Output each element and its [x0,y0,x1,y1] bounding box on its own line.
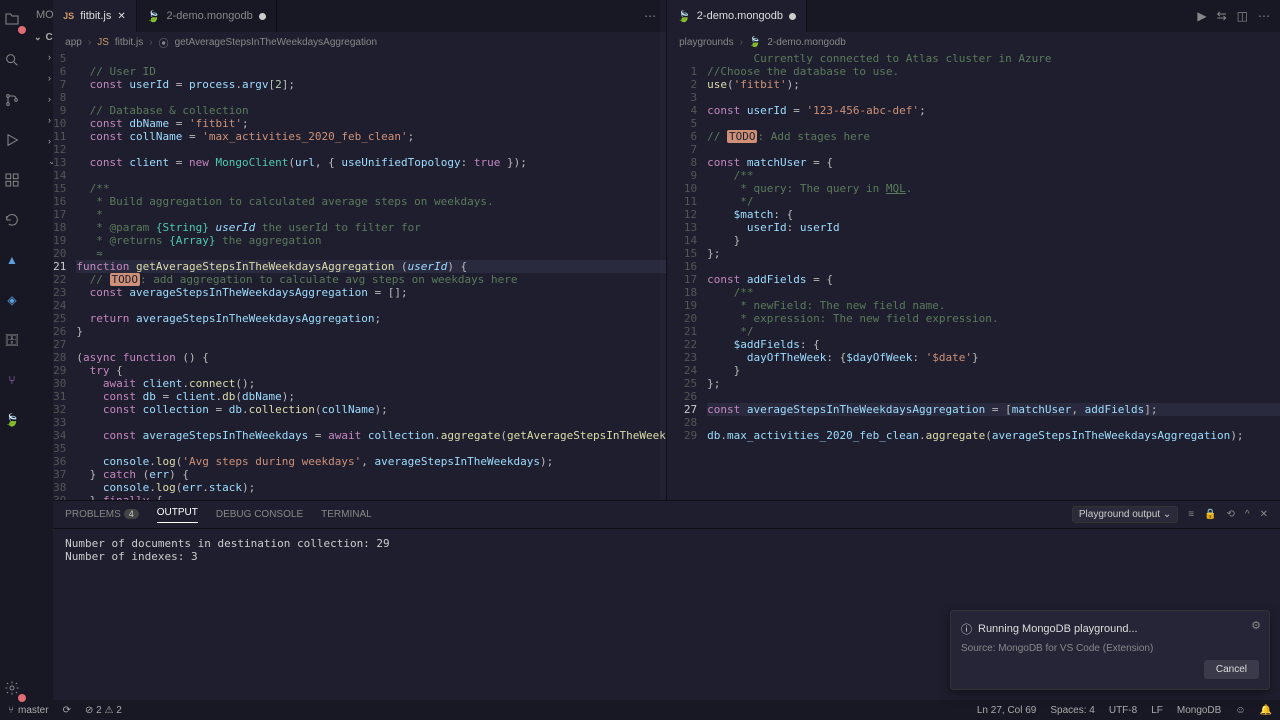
tree-item[interactable]: 𝐀bed_type [24,598,53,614]
tree-item[interactable]: 𝐀description [24,694,53,700]
tree-item[interactable]: ①bedrooms [24,614,53,630]
debug-icon[interactable] [0,128,24,152]
docker-icon[interactable]: ◈ [0,288,24,312]
tree-item[interactable]: ›🖧DW - 🔒 [24,88,53,109]
tree-item[interactable]: ⌄🗄sample_airbnb [24,417,53,433]
tree-item[interactable]: ⌄🖧Atlas cluster in Azure connected [24,151,53,172]
tree-item[interactable]: ›🗄aggregations [24,172,53,188]
sb-cursor[interactable]: Ln 27, Col 69 [977,705,1037,716]
explorer-icon[interactable] [0,8,24,32]
chevron-up-icon[interactable]: ^ [1245,509,1250,520]
tree-item[interactable]: ›🗄fitbit_shell [24,369,53,385]
cancel-button[interactable]: Cancel [1204,660,1259,679]
sb-feedback[interactable]: ☺ [1235,705,1245,716]
tree-item[interactable]: ›🖧Test Data Sets [24,109,53,130]
git-fork-icon[interactable]: ⑂ [0,368,24,392]
more-icon[interactable]: ⋯ [644,9,656,23]
settings-icon[interactable] [0,676,24,700]
sb-spaces[interactable]: Spaces: 4 [1050,705,1094,716]
tree-item[interactable]: ›🗎Documents [24,449,53,470]
sb-language[interactable]: MongoDB [1177,705,1221,716]
tree-item[interactable]: ⌄🗂max_activities_2020_feb_clean [24,220,53,236]
tree-item[interactable]: ①distance [24,305,53,321]
tree-item[interactable]: ①cleaning_fee [24,678,53,694]
sb-sync[interactable]: ⟳ [63,705,71,716]
tree-item[interactable]: ›🖧Atlas Data Lake Test - 🔒 [24,130,53,151]
tree-item[interactable]: ①beds [24,630,53,646]
mongodb-icon[interactable]: 🍃 [0,408,24,432]
tab-debug-console[interactable]: DEBUG CONSOLE [216,509,303,520]
tree-item[interactable]: 𝐀access [24,502,53,518]
tree-item[interactable]: 𝐀userId [24,353,53,369]
editor-left: JS fitbit.js ✕🍃 2-demo.mongodb ⋯ app› JS… [53,0,667,500]
list-icon[interactable]: ≡ [1188,509,1194,520]
tree-item[interactable]: 🔑_id [24,273,53,289]
tree-item[interactable]: ›🖧Localhost [24,46,53,67]
lock-icon[interactable]: 🔒 [1204,509,1216,520]
tree-item[interactable]: ›[]amenities [24,550,53,566]
notification-toast: ⚙ ⓘRunning MongoDB playground... Source:… [950,610,1270,690]
tree-item[interactable]: 📅date [24,289,53,305]
clear-icon[interactable]: ⟲ [1227,509,1235,520]
tree-item[interactable]: ⌄🗄fitbit [24,188,53,204]
tree-item[interactable]: ›{}availability [24,566,53,582]
tree-item[interactable]: ›🗄mongodbVSCodePlaygroundDB [24,401,53,417]
tree-item[interactable]: ①steps [24,337,53,353]
tab-problems[interactable]: PROBLEMS4 [65,509,139,520]
close-icon[interactable]: ✕ [1260,509,1268,520]
tree-item[interactable]: ⌄📋Schema [24,470,53,486]
compare-icon[interactable]: ⇆ [1217,9,1227,23]
sb-encoding[interactable]: UTF-8 [1109,705,1137,716]
breadcrumb-right[interactable]: playgrounds› 🍃 2-demo.mongodb [667,32,1280,52]
tree-item[interactable]: ›🗂max_activities_2020_feb [24,204,53,220]
tree-item[interactable]: 🗎Documents [24,236,53,257]
editor-tab[interactable]: JS fitbit.js ✕ [53,0,137,32]
output-channel-select[interactable]: Playground output ⌄ [1072,506,1178,523]
sb-bell-icon[interactable]: 🔔 [1260,705,1272,716]
tree-item[interactable]: ⌄🗂listingsAndReviews [24,433,53,449]
refresh-icon[interactable] [0,208,24,232]
tree-item[interactable]: ›{}address [24,534,53,550]
sb-eol[interactable]: LF [1151,705,1163,716]
tree-item[interactable]: ⌄📋Schema [24,257,53,273]
statusbar: ⑂ master ⟳ ⊘ 2 ⚠ 2 Ln 27, Col 69 Spaces:… [0,700,1280,720]
editor-tab[interactable]: 🍃 2-demo.mongodb [667,0,807,32]
breadcrumb-left[interactable]: app› JS fitbit.js› ⦿ getAverageStepsInTh… [53,32,666,52]
sidebar-panel-title: MONGODB [36,9,53,21]
more-icon[interactable]: ⋯ [1258,9,1270,23]
tabs-left: JS fitbit.js ✕🍃 2-demo.mongodb ⋯ [53,0,666,32]
info-icon: ⓘ [961,621,972,637]
tree-item[interactable]: ①minutes_sedentary [24,321,53,337]
tabs-right: 🍃 2-demo.mongodb ▶ ⇆ ◫ ⋯ [667,0,1280,32]
tree-item[interactable]: 𝐀cancellation_policy [24,662,53,678]
tree-item[interactable]: ①bathrooms [24,582,53,598]
sb-branch[interactable]: ⑂ master [8,705,49,716]
extensions-icon[interactable] [0,168,24,192]
tree-item[interactable]: 📅calendar_last_scraped [24,646,53,662]
code-editor-right[interactable]: Currently connected to Atlas cluster in … [707,52,1280,500]
code-editor-left[interactable]: // User ID const userId = process.argv[2… [76,52,666,500]
tab-terminal[interactable]: TERMINAL [321,509,372,520]
sidebar-section-connections[interactable]: ⌄Connections [24,29,53,46]
sidebar: MONGODB ⋯ ⌄Connections ›🖧Localhost›🖧Atla… [24,0,53,700]
tree-item[interactable]: ›🔑_id [24,486,53,502]
editor-right: 🍃 2-demo.mongodb ▶ ⇆ ◫ ⋯ playgrounds› 🍃 … [667,0,1280,500]
database-icon[interactable]: 🗄 [0,328,24,352]
tree-item[interactable]: ›🖧Atlas Sandbox [24,67,53,88]
editor-tab[interactable]: 🍃 2-demo.mongodb [137,0,277,32]
search-icon[interactable] [0,48,24,72]
scm-icon[interactable] [0,88,24,112]
tree-item[interactable]: ①accommodates [24,518,53,534]
split-icon[interactable]: ◫ [1237,9,1248,23]
tab-output[interactable]: OUTPUT [157,507,198,523]
tree-item[interactable]: ›🗄gyroscope [24,385,53,401]
gear-icon[interactable]: ⚙ [1251,619,1261,632]
activity-bar: ▲ ◈ 🗄 ⑂ 🍃 [0,0,24,700]
sb-errors[interactable]: ⊘ 2 ⚠ 2 [85,705,122,716]
azure-icon[interactable]: ▲ [0,248,24,272]
play-icon[interactable]: ▶ [1197,9,1206,23]
